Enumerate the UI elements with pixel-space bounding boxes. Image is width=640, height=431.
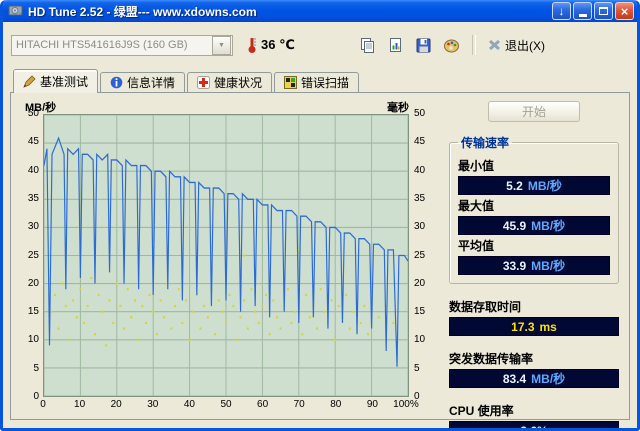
min-label: 最小值 xyxy=(458,159,495,173)
avg-unit: MB/秒 xyxy=(531,259,566,273)
min-unit: MB/秒 xyxy=(527,179,562,193)
x-axis-labels: 0 10 20 30 40 50 60 70 80 90 100% xyxy=(40,399,419,410)
download-button[interactable]: ↓ xyxy=(552,2,571,20)
cpu-usage-stat: CPU 使用率 3.6% xyxy=(449,396,619,431)
cpu-usage-label: CPU 使用率 xyxy=(449,404,514,418)
access-time-stat: 数据存取时间 17.3 ms xyxy=(449,292,619,336)
info-icon xyxy=(110,76,123,89)
max-unit: MB/秒 xyxy=(531,219,566,233)
toolbar: HITACHI HTS541616J9S (160 GB) ▼ 36 ℃ 退出(… xyxy=(3,22,637,68)
drive-select[interactable]: HITACHI HTS541616J9S (160 GB) ▼ xyxy=(11,34,233,56)
avg-label: 平均值 xyxy=(458,239,495,253)
y-right-axis-title: 毫秒 xyxy=(387,102,409,114)
toolbar-separator xyxy=(472,35,476,55)
copy-image-icon xyxy=(390,37,401,52)
thermometer-icon xyxy=(248,38,256,53)
exit-label: 退出(X) xyxy=(505,38,545,53)
avg-value-box: 33.9 MB/秒 xyxy=(458,256,610,275)
minimize-icon xyxy=(578,14,587,17)
access-time-value-box: 17.3 ms xyxy=(449,317,619,336)
download-icon: ↓ xyxy=(558,4,565,18)
window-title: HD Tune 2.52 - 绿盟--- www.xdowns.com xyxy=(28,4,257,19)
hdtune-window: HD Tune 2.52 - 绿盟--- www.xdowns.com ↓ × … xyxy=(0,0,640,431)
burst-rate-value-box: 83.4 MB/秒 xyxy=(449,369,619,388)
min-value: 5.2 xyxy=(506,178,523,193)
y-axis-left-labels: 50 45 40 35 30 25 20 15 10 5 0 xyxy=(27,108,39,402)
tab-label: 健康状况 xyxy=(214,76,263,90)
exit-x-icon xyxy=(489,39,500,51)
min-value-box: 5.2 MB/秒 xyxy=(458,176,610,195)
burst-rate-unit: MB/秒 xyxy=(531,372,566,386)
benchmark-page: MB/秒 毫秒 50 45 40 35 30 25 20 15 10 5 0 50 45 40 35 30 2… xyxy=(10,92,630,428)
app-icon xyxy=(8,3,24,19)
options-icon xyxy=(444,39,459,52)
options-button[interactable] xyxy=(439,34,464,57)
copy-button[interactable] xyxy=(355,34,380,57)
maximize-button[interactable] xyxy=(594,2,613,20)
save-icon xyxy=(416,38,431,52)
copy-image-button[interactable] xyxy=(383,34,408,57)
exit-button[interactable]: 退出(X) xyxy=(484,35,549,56)
tab-label: 信息详情 xyxy=(127,76,176,90)
transfer-rate-title: 传输速率 xyxy=(461,136,510,150)
transfer-rate-group: 传输速率 最小值 5.2 MB/秒 最大值 45.9 MB/秒 平均值 33.9… xyxy=(449,134,619,284)
tab-error-scan[interactable]: 错误扫描 xyxy=(274,72,360,92)
maximize-icon xyxy=(599,7,608,15)
burst-rate-value: 83.4 xyxy=(502,371,527,386)
tab-label: 基准测试 xyxy=(40,75,89,89)
minimize-button[interactable] xyxy=(573,2,592,20)
drive-select-value: HITACHI HTS541616J9S (160 GB) xyxy=(16,39,188,51)
benchmark-icon xyxy=(23,75,36,88)
burst-rate-stat: 突发数据传输率 83.4 MB/秒 xyxy=(449,344,619,388)
title-bar[interactable]: HD Tune 2.52 - 绿盟--- www.xdowns.com ↓ × xyxy=(3,0,637,22)
close-icon: × xyxy=(620,3,629,19)
temperature-indicator: 36 ℃ xyxy=(247,36,295,54)
close-button[interactable]: × xyxy=(615,2,634,20)
cpu-usage-value-box: 3.6% xyxy=(449,421,619,431)
burst-rate-label: 突发数据传输率 xyxy=(449,352,534,366)
cpu-usage-value: 3.6% xyxy=(520,423,548,431)
avg-value: 33.9 xyxy=(502,258,527,273)
max-label: 最大值 xyxy=(458,199,495,213)
tab-benchmark[interactable]: 基准测试 xyxy=(13,69,99,93)
chevron-down-icon: ▼ xyxy=(212,35,231,55)
chart-area: MB/秒 毫秒 50 45 40 35 30 25 20 15 10 5 0 50 45 40 35 30 2… xyxy=(17,99,437,415)
tab-bar: 基准测试 信息详情 健康状况 错误扫描 xyxy=(3,68,637,93)
save-button[interactable] xyxy=(411,34,436,57)
access-time-value: 17.3 xyxy=(511,319,535,334)
max-value-box: 45.9 MB/秒 xyxy=(458,216,610,235)
temperature-value: 36 ℃ xyxy=(261,37,295,52)
benchmark-chart xyxy=(43,114,409,397)
start-button[interactable]: 开始 xyxy=(488,101,580,122)
tab-label: 错误扫描 xyxy=(301,76,350,90)
access-time-unit: ms xyxy=(539,319,557,334)
health-icon xyxy=(197,76,211,89)
results-panel: 开始 传输速率 最小值 5.2 MB/秒 最大值 45.9 MB/秒 平均值 3… xyxy=(437,99,623,428)
tab-info[interactable]: 信息详情 xyxy=(100,72,186,92)
max-value: 45.9 xyxy=(502,218,527,233)
error-scan-icon xyxy=(284,76,298,89)
access-time-label: 数据存取时间 xyxy=(449,300,522,314)
copy-icon xyxy=(361,37,374,53)
tab-health[interactable]: 健康状况 xyxy=(187,72,273,92)
y-axis-right-labels: 50 45 40 35 30 25 20 15 10 5 0 xyxy=(414,108,426,402)
